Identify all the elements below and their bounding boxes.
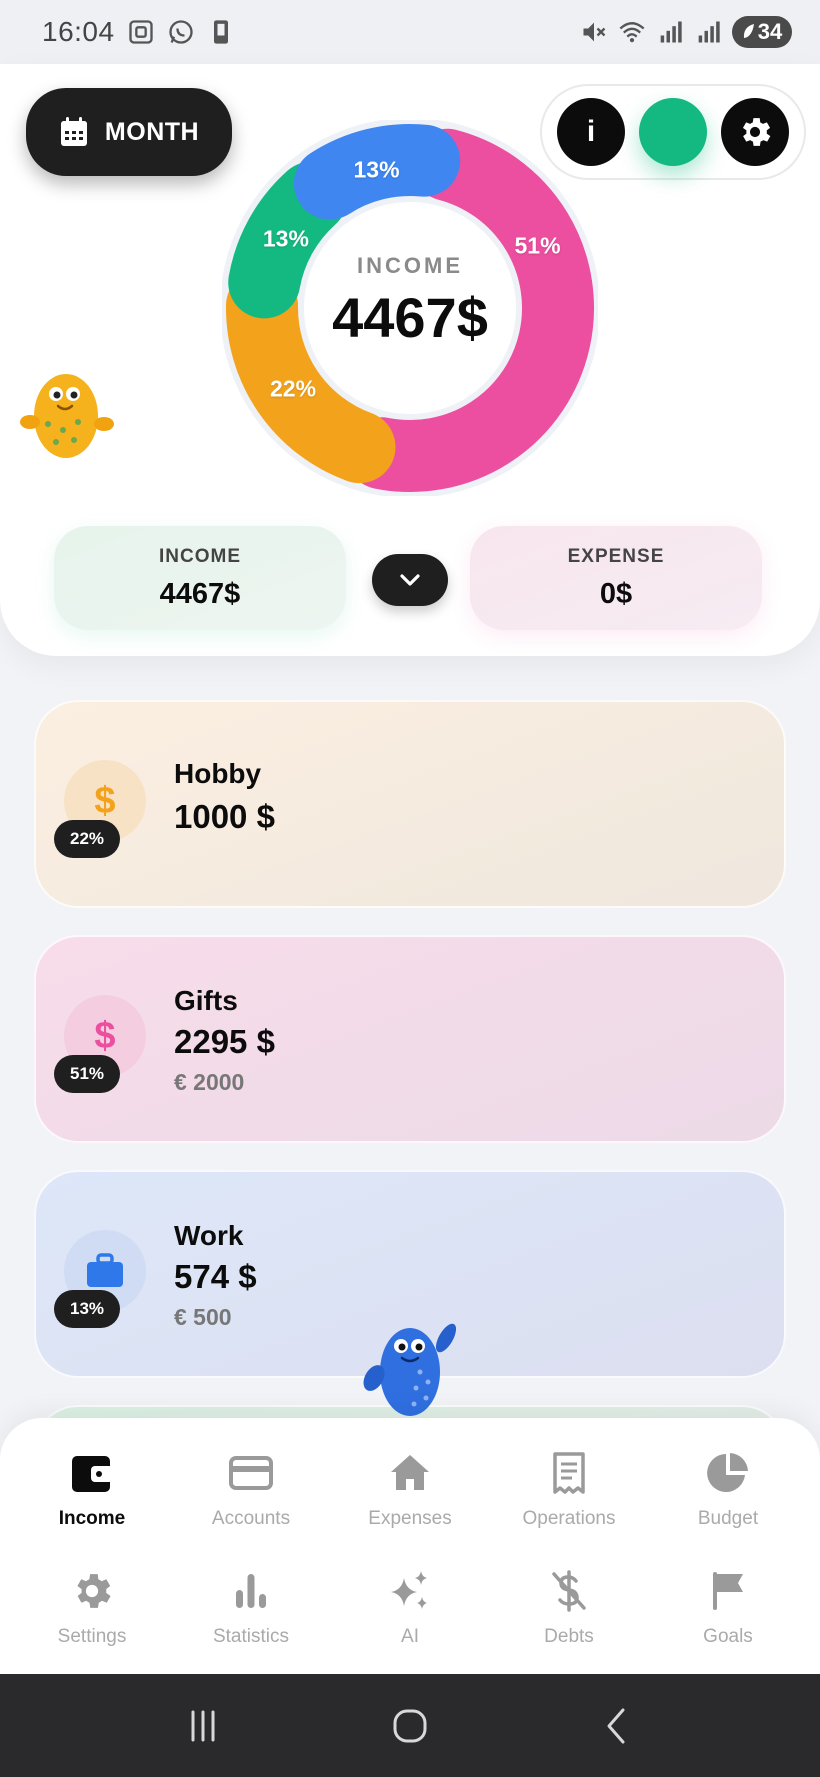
nav-item-income[interactable]: Income [17, 1450, 167, 1550]
wallet-icon [72, 1456, 113, 1492]
nav-item-accounts[interactable]: Accounts [176, 1450, 326, 1550]
mascot-yellow-icon [20, 374, 114, 458]
period-button[interactable]: MONTH [26, 88, 232, 176]
status-time: 16:04 [42, 16, 115, 47]
category-amount: 1000 $ [174, 798, 275, 835]
nav-item-statistics[interactable]: Statistics [176, 1568, 326, 1668]
nav-label: Debts [544, 1626, 594, 1647]
nav-label: Operations [522, 1508, 616, 1529]
nav-item-settings[interactable]: Settings [17, 1568, 167, 1668]
flag-icon [713, 1572, 743, 1610]
signal-icon [660, 21, 682, 43]
receipt-icon [553, 1452, 585, 1494]
home-button-icon[interactable] [390, 1706, 430, 1746]
device-icon [213, 20, 228, 44]
wifi-icon [619, 22, 645, 43]
nav-item-budget[interactable]: Budget [653, 1450, 803, 1550]
category-card-gifts[interactable]: $ 51% Gifts 2295 $ € 2000 [34, 935, 786, 1143]
donut-segment-label: 13% [353, 156, 400, 183]
no-dollar-icon [552, 1570, 586, 1612]
category-amount: 574 $ [174, 1258, 257, 1295]
gear-icon [742, 118, 771, 146]
recent-apps-icon[interactable] [183, 1706, 223, 1746]
nav-item-ai[interactable]: AI [335, 1568, 485, 1668]
nav-label: Settings [57, 1626, 127, 1647]
system-navigation-bar [0, 1674, 820, 1777]
nav-item-operations[interactable]: Operations [494, 1450, 644, 1550]
screenshot-icon [128, 20, 153, 44]
bar-chart-icon [236, 1574, 266, 1608]
nav-item-debts[interactable]: Debts [494, 1568, 644, 1668]
bottom-navigation: Income Accounts Expenses Operations Budg… [0, 1418, 820, 1674]
expense-summary-label: EXPENSE [567, 545, 665, 567]
chevron-down-icon [400, 574, 420, 586]
leaf-icon [743, 24, 754, 38]
nav-label: Income [58, 1508, 126, 1529]
category-budget: € 2000 [174, 1069, 245, 1095]
pie-icon [707, 1453, 748, 1492]
sparkle-icon [391, 1571, 427, 1609]
category-name: Hobby [174, 758, 262, 789]
category-name: Work [174, 1220, 244, 1251]
card-icon [229, 1456, 273, 1490]
category-card-hobby[interactable]: $ 22% Hobby 1000 $ [34, 700, 786, 908]
nav-label: AI [401, 1626, 419, 1647]
donut-center-value: 4467$ [332, 285, 488, 349]
back-icon[interactable] [597, 1706, 637, 1746]
status-bar: 16:04 34 [0, 0, 820, 64]
nav-item-goals[interactable]: Goals [653, 1568, 803, 1668]
signal-icon [698, 21, 720, 43]
battery-level: 34 [757, 19, 783, 44]
category-budget: € 500 [174, 1304, 232, 1330]
expand-toggle-button[interactable] [372, 554, 448, 606]
mute-icon [583, 22, 606, 42]
donut-segment-label: 13% [262, 225, 309, 252]
category-percent-badge: 13% [54, 1290, 120, 1328]
donut-center: INCOME 4467$ [222, 120, 598, 496]
expense-summary-card[interactable]: EXPENSE 0$ [470, 526, 762, 630]
nav-label: Expenses [368, 1508, 452, 1529]
donut-segment-label: 22% [270, 375, 317, 402]
whatsapp-icon [168, 20, 193, 44]
mascot-blue-icon [363, 1323, 456, 1416]
income-summary-label: INCOME [159, 545, 241, 567]
nav-label: Accounts [211, 1508, 291, 1529]
donut-center-label: INCOME [357, 252, 463, 278]
theme-button[interactable] [639, 98, 707, 166]
settings-button[interactable] [721, 98, 789, 166]
income-summary-card[interactable]: INCOME 4467$ [54, 526, 346, 630]
nav-label: Budget [697, 1508, 759, 1529]
period-label: MONTH [104, 117, 200, 146]
summary-panel: MONTH i INCOME 4467$ 51% 22% 13% 13% INCOME [0, 64, 820, 656]
nav-label: Goals [703, 1626, 753, 1647]
donut-segment-label: 51% [514, 232, 561, 259]
income-donut-chart: INCOME 4467$ 51% 22% 13% 13% [222, 120, 598, 496]
home-icon [391, 1455, 429, 1490]
category-percent-badge: 22% [54, 820, 120, 858]
gear-icon [77, 1574, 111, 1608]
battery-indicator: 34 [732, 16, 792, 48]
nav-label: Statistics [212, 1626, 290, 1647]
expense-summary-value: 0$ [599, 577, 633, 610]
calendar-icon [60, 117, 87, 146]
nav-item-expenses[interactable]: Expenses [335, 1450, 485, 1550]
income-summary-value: 4467$ [159, 577, 241, 610]
category-percent-badge: 51% [54, 1055, 120, 1093]
category-amount: 2295 $ [174, 1023, 275, 1060]
category-name: Gifts [174, 985, 238, 1016]
